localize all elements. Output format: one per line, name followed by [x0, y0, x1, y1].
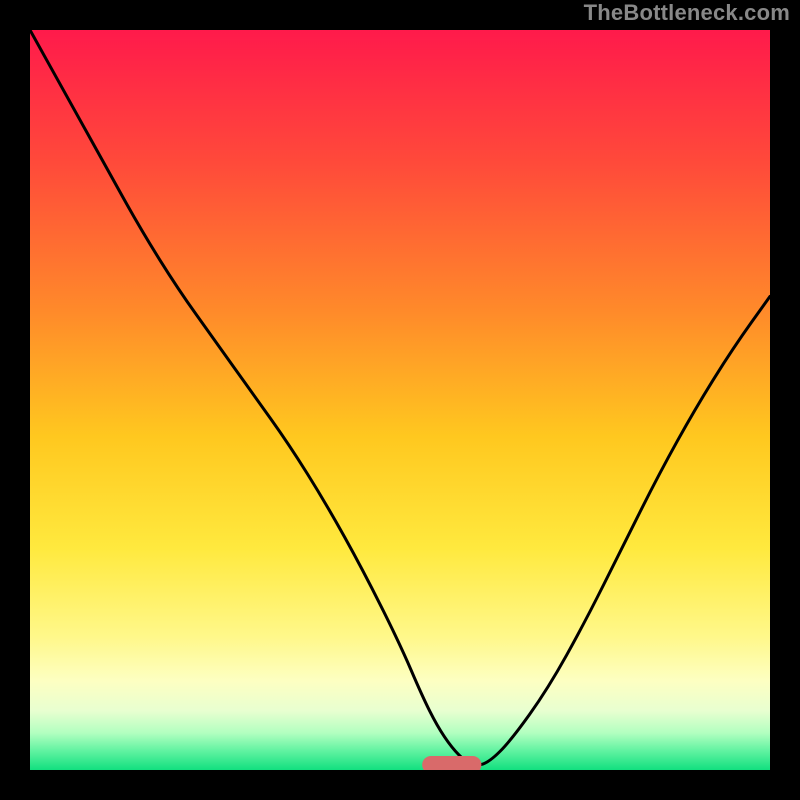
watermark-text: TheBottleneck.com — [584, 0, 790, 26]
chart-svg — [30, 30, 770, 770]
gradient-background — [30, 30, 770, 770]
plot-area — [30, 30, 770, 770]
chart-frame: TheBottleneck.com — [0, 0, 800, 800]
optimum-marker — [422, 756, 481, 770]
